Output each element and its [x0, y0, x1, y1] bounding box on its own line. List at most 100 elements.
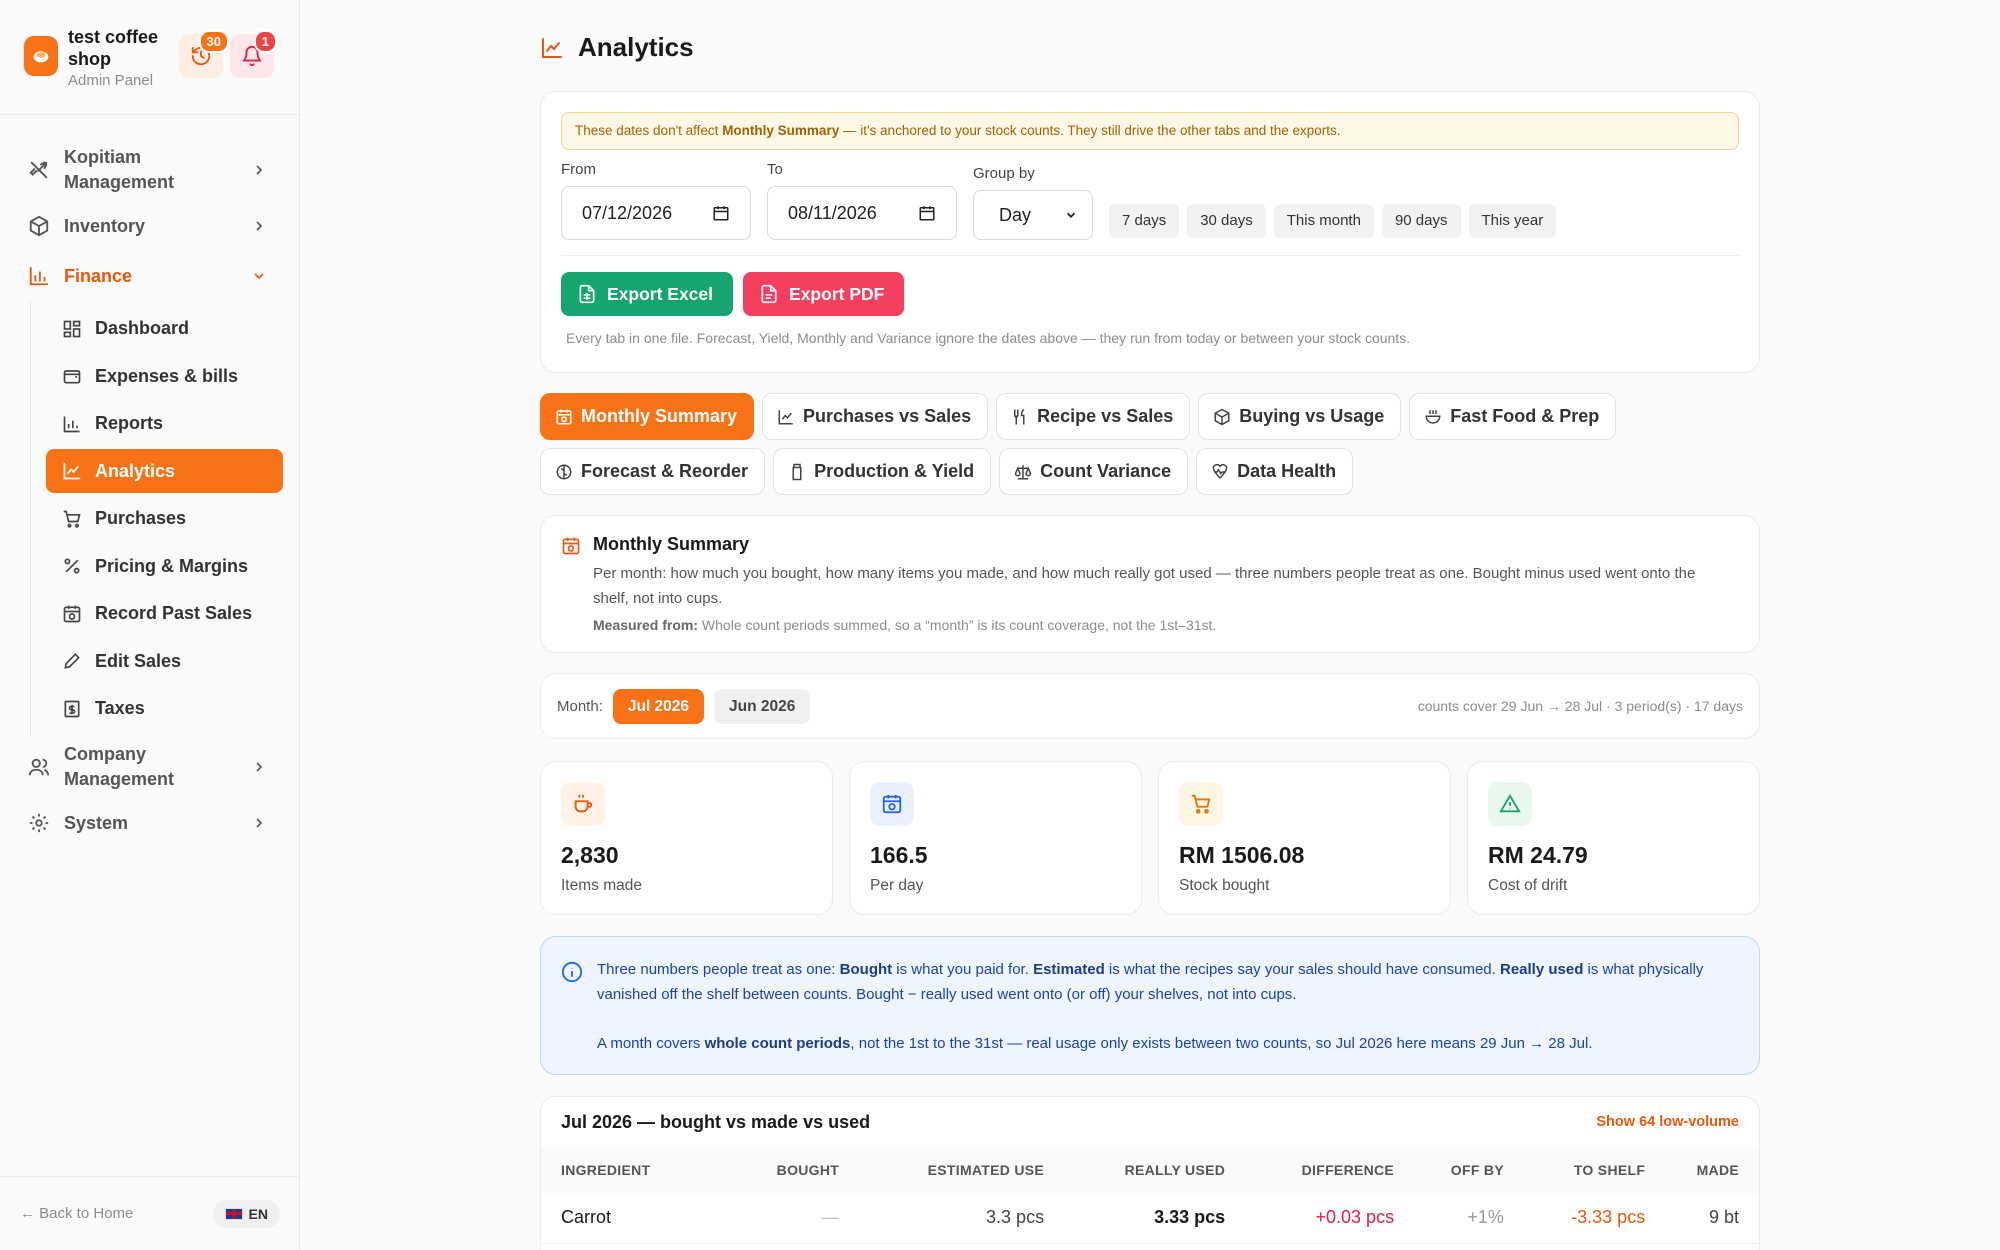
shop-name: test coffee shop	[68, 27, 159, 69]
bought-made-used-table: Jul 2026 — bought vs made vs used Show 6…	[540, 1096, 1760, 1250]
bar-chart-icon	[29, 266, 49, 286]
tab-fast-food-prep[interactable]: Fast Food & Prep	[1409, 393, 1617, 440]
nav-group-label: Finance	[64, 265, 133, 286]
tab-count-variance[interactable]: Count Variance	[999, 448, 1189, 495]
sidebar-item-dashboard[interactable]: Dashboard	[46, 307, 283, 351]
sidebar-item-reports[interactable]: Reports	[46, 402, 283, 446]
calendar-clock-icon	[870, 782, 914, 826]
tab-buying-vs-usage[interactable]: Buying vs Usage	[1198, 393, 1402, 440]
notification-badge: 1	[253, 30, 277, 53]
line-chart-icon	[63, 462, 81, 480]
analytics-tabs: Monthly Summary Purchases vs Sales Recip…	[540, 393, 1760, 503]
measured-label: Measured from:	[593, 617, 699, 633]
tab-recipe-vs-sales[interactable]: Recipe vs Sales	[996, 393, 1191, 440]
column-header[interactable]: Made	[1665, 1147, 1759, 1193]
preset-this-year[interactable]: This year	[1468, 204, 1557, 238]
history-button[interactable]: 30	[179, 30, 229, 78]
cart-icon	[63, 510, 81, 528]
column-header[interactable]: Estimated use	[859, 1147, 1064, 1193]
language-switcher[interactable]: EN	[212, 1199, 280, 1228]
tab-label: Fast Food & Prep	[1450, 406, 1600, 426]
section-description: Per month: how much you bought, how many…	[593, 565, 1696, 607]
calendar-icon[interactable]	[712, 204, 730, 222]
bar-chart-icon	[63, 416, 80, 432]
back-to-home-link[interactable]: ← Back to Home	[20, 1205, 133, 1222]
sidebar-item-expenses[interactable]: Expenses & bills	[46, 354, 283, 398]
coffee-cup-icon	[561, 782, 605, 826]
measured-from-note: Measured from: Whole count periods summe…	[593, 617, 1723, 633]
month-label: Month:	[557, 697, 603, 715]
tab-data-health[interactable]: Data Health	[1196, 448, 1354, 495]
column-header[interactable]: Bought	[735, 1147, 859, 1193]
preset-30-days[interactable]: 30 days	[1187, 204, 1266, 238]
nav-group-kopitiam[interactable]: Kopitiam Management	[0, 139, 299, 201]
month-option-jun-2026[interactable]: Jun 2026	[714, 688, 811, 724]
sidebar-item-purchases[interactable]: Purchases	[46, 497, 283, 541]
export-pdf-button[interactable]: Export PDF	[743, 272, 905, 316]
package-icon	[29, 215, 49, 237]
column-header[interactable]: Really used	[1064, 1147, 1245, 1193]
bottle-icon	[792, 463, 802, 480]
preset-this-month[interactable]: This month	[1273, 204, 1374, 238]
group-by-value: Day	[999, 204, 1032, 225]
line-chart-icon	[542, 37, 562, 58]
history-badge: 30	[198, 30, 229, 53]
sidebar-item-edit-sales[interactable]: Edit Sales	[46, 639, 283, 683]
month-option-jul-2026[interactable]: Jul 2026	[612, 688, 705, 724]
column-header[interactable]: Difference	[1245, 1147, 1414, 1193]
show-low-volume-link[interactable]: Show 64 low-volume	[1596, 1114, 1739, 1130]
preset-90-days[interactable]: 90 days	[1381, 204, 1461, 238]
to-date-input[interactable]: 08/11/2026	[767, 186, 957, 240]
stat-stock-bought: RM 1506.08 Stock bought	[1158, 761, 1451, 915]
sidebar-item-label: Pricing & Margins	[95, 555, 249, 576]
sidebar-item-record-past-sales[interactable]: Record Past Sales	[46, 592, 283, 636]
tab-label: Buying vs Usage	[1239, 406, 1385, 426]
cell-bought: —	[735, 1193, 860, 1244]
coverage-info: counts cover 29 Jun → 28 Jul · 3 period(…	[1417, 698, 1743, 714]
heart-pulse-icon	[1212, 463, 1228, 479]
utensils-crossed-icon	[29, 161, 48, 179]
sidebar-item-analytics[interactable]: Analytics	[46, 449, 283, 493]
nav-group-finance[interactable]: Finance	[0, 251, 299, 301]
nav-group-company[interactable]: Company Management	[0, 736, 299, 798]
column-header[interactable]: Off by	[1414, 1147, 1524, 1193]
uk-flag-icon	[224, 1207, 243, 1220]
from-label: From	[561, 161, 596, 178]
brand-header: test coffee shop Admin Panel 30 1	[0, 0, 299, 115]
callout-paragraph: A month covers whole count periods, not …	[597, 1035, 1593, 1052]
gear-icon	[29, 813, 49, 833]
stat-label: Per day	[870, 877, 924, 894]
nav-group-label: Company Management	[64, 744, 175, 789]
users-icon	[28, 758, 50, 776]
notice-bold: Monthly Summary	[722, 123, 840, 138]
notice-text: — it's anchored to your stock counts. Th…	[839, 123, 1341, 138]
sidebar: test coffee shop Admin Panel 30 1 Kopiti…	[0, 0, 300, 1250]
calendar-clock-icon	[562, 537, 580, 555]
tab-purchases-vs-sales[interactable]: Purchases vs Sales	[762, 393, 989, 440]
from-date-input[interactable]: 07/12/2026	[561, 186, 751, 240]
spreadsheet-icon	[579, 284, 595, 304]
language-label: EN	[248, 1205, 268, 1222]
nav-group-inventory[interactable]: Inventory	[0, 201, 299, 251]
sidebar-item-taxes[interactable]: Taxes	[46, 687, 283, 731]
group-by-select[interactable]: Day	[973, 190, 1093, 240]
export-excel-button[interactable]: Export Excel	[561, 272, 734, 316]
tab-label: Count Variance	[1040, 461, 1172, 481]
sidebar-item-pricing[interactable]: Pricing & Margins	[46, 544, 283, 588]
nav-group-system[interactable]: System	[0, 798, 299, 848]
column-header[interactable]: Ingredient	[541, 1147, 735, 1193]
dashboard-icon	[63, 320, 81, 337]
cell-made: 9 bt	[1665, 1193, 1759, 1244]
tab-forecast-reorder[interactable]: Forecast & Reorder	[540, 448, 766, 495]
table-row[interactable]: Carrot — 3.3 pcs 3.33 pcs +0.03 pcs +1% …	[541, 1193, 1759, 1244]
month-selector: Month: Jul 2026 Jun 2026 counts cover 29…	[540, 673, 1760, 739]
date-filter-card: These dates don't affect Monthly Summary…	[540, 91, 1760, 373]
column-header[interactable]: To shelf	[1524, 1147, 1665, 1193]
calendar-icon[interactable]	[918, 204, 936, 222]
preset-7-days[interactable]: 7 days	[1109, 204, 1180, 238]
cell-ingredient: Carrot	[541, 1193, 736, 1244]
tab-monthly-summary[interactable]: Monthly Summary	[540, 393, 755, 440]
tab-production-yield[interactable]: Production & Yield	[773, 448, 992, 495]
notifications-button[interactable]: 1	[230, 30, 277, 78]
stat-items-made: 2,830 Items made	[540, 761, 833, 915]
